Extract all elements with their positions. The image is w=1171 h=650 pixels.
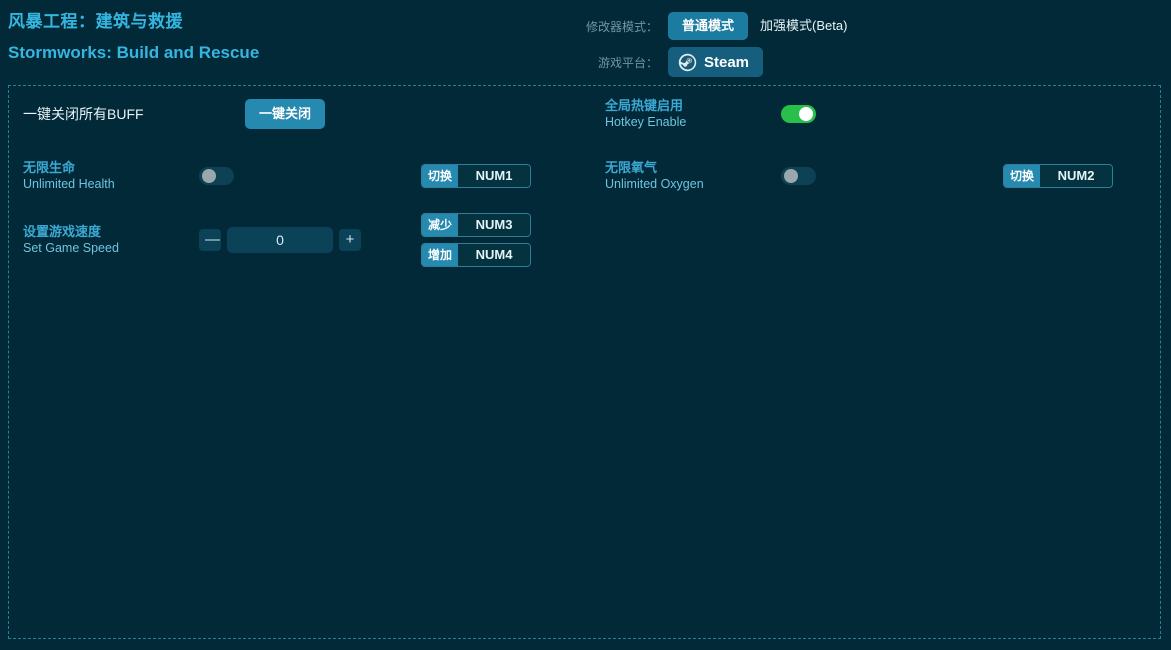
trainer-mode-row: 修改器模式： 普通模式 加强模式(Beta) [580,12,861,40]
unlimited-oxygen-label-cn: 无限氧气 [605,159,781,176]
hotkey-enable-toggle-knob [799,107,813,121]
unlimited-oxygen-label-en: Unlimited Oxygen [605,176,781,193]
hotkey-enable-toggle[interactable] [781,105,816,123]
hotkey-action-label: 减少 [422,214,458,236]
hotkey-action-label: 增加 [422,244,458,266]
set-game-speed-decrement-button[interactable]: — [199,229,221,251]
set-game-speed-value[interactable]: 0 [227,227,333,253]
hotkey-enable-label-en: Hotkey Enable [605,114,781,131]
unlimited-health-toggle[interactable] [199,167,234,185]
game-title-en: Stormworks: Build and Rescue [8,40,259,66]
hotkey-set-game-speed-decrease[interactable]: 减少 NUM3 [421,213,531,237]
hotkey-enable-label-cn: 全局热键启用 [605,97,781,114]
steam-platform-button[interactable]: Steam [668,47,763,77]
unlimited-health-toggle-knob [202,169,216,183]
steam-icon [678,53,697,72]
unlimited-health-labels: 无限生命 Unlimited Health [9,159,199,193]
mode-enhanced-button[interactable]: 加强模式(Beta) [748,12,861,40]
game-title-cn: 风暴工程：建筑与救援 [8,10,259,34]
game-title-block: 风暴工程：建筑与救援 Stormworks: Build and Rescue [8,10,259,66]
hotkey-action-label: 切换 [1004,165,1040,187]
unlimited-oxygen-control-cell [781,167,1003,185]
cheats-panel: 一键关闭所有BUFF 一键关闭 全局热键启用 Hotkey Enable 无限生… [8,85,1161,639]
unlimited-health-label-en: Unlimited Health [23,176,199,193]
hotkey-set-game-speed-increase[interactable]: 增加 NUM4 [421,243,531,267]
hotkey-enable-labels: 全局热键启用 Hotkey Enable [591,97,781,131]
hotkey-key-label: NUM4 [458,244,530,266]
set-game-speed-label-cn: 设置游戏速度 [23,223,199,240]
set-game-speed-hotkeys: 减少 NUM3 增加 NUM4 [421,213,531,267]
game-platform-label: 游戏平台： [580,54,668,71]
hotkey-key-label: NUM3 [458,214,530,236]
unlimited-oxygen-hotkeys: 切换 NUM2 [1003,164,1113,188]
set-game-speed-increment-button[interactable]: + [339,229,361,251]
hotkey-unlimited-oxygen[interactable]: 切换 NUM2 [1003,164,1113,188]
cheat-row-unlimited-oxygen: 无限氧气 Unlimited Oxygen 切换 NUM2 [591,154,1113,198]
steam-platform-label: Steam [704,54,749,71]
unlimited-oxygen-toggle-knob [784,169,798,183]
cheat-row-unlimited-health: 无限生命 Unlimited Health 切换 NUM1 [9,154,531,198]
close-all-buffs-button[interactable]: 一键关闭 [245,99,325,129]
hotkey-enable-row: 全局热键启用 Hotkey Enable [591,92,816,136]
trainer-mode-label: 修改器模式： [580,18,668,35]
hotkey-unlimited-health[interactable]: 切换 NUM1 [421,164,531,188]
cheat-row-set-game-speed: 设置游戏速度 Set Game Speed — 0 + 减少 NUM3 增加 N… [9,210,531,270]
close-all-buffs-row: 一键关闭所有BUFF 一键关闭 [9,92,325,136]
game-platform-row: 游戏平台： Steam [580,48,861,76]
set-game-speed-control-cell: — 0 + [199,227,421,253]
hotkey-key-label: NUM2 [1040,165,1112,187]
hotkey-key-label: NUM1 [458,165,530,187]
close-all-buffs-labels: 一键关闭所有BUFF [9,104,245,124]
header: 风暴工程：建筑与救援 Stormworks: Build and Rescue … [0,0,1171,85]
set-game-speed-labels: 设置游戏速度 Set Game Speed [9,223,199,257]
unlimited-health-control-cell [199,167,421,185]
unlimited-health-label-cn: 无限生命 [23,159,199,176]
unlimited-oxygen-toggle[interactable] [781,167,816,185]
mode-normal-button[interactable]: 普通模式 [668,12,748,40]
close-all-buffs-label: 一键关闭所有BUFF [23,104,245,124]
header-controls: 修改器模式： 普通模式 加强模式(Beta) 游戏平台： Steam [580,12,861,84]
unlimited-oxygen-labels: 无限氧气 Unlimited Oxygen [591,159,781,193]
set-game-speed-label-en: Set Game Speed [23,240,199,257]
set-game-speed-stepper: — 0 + [199,227,361,253]
hotkey-action-label: 切换 [422,165,458,187]
unlimited-health-hotkeys: 切换 NUM1 [421,164,531,188]
